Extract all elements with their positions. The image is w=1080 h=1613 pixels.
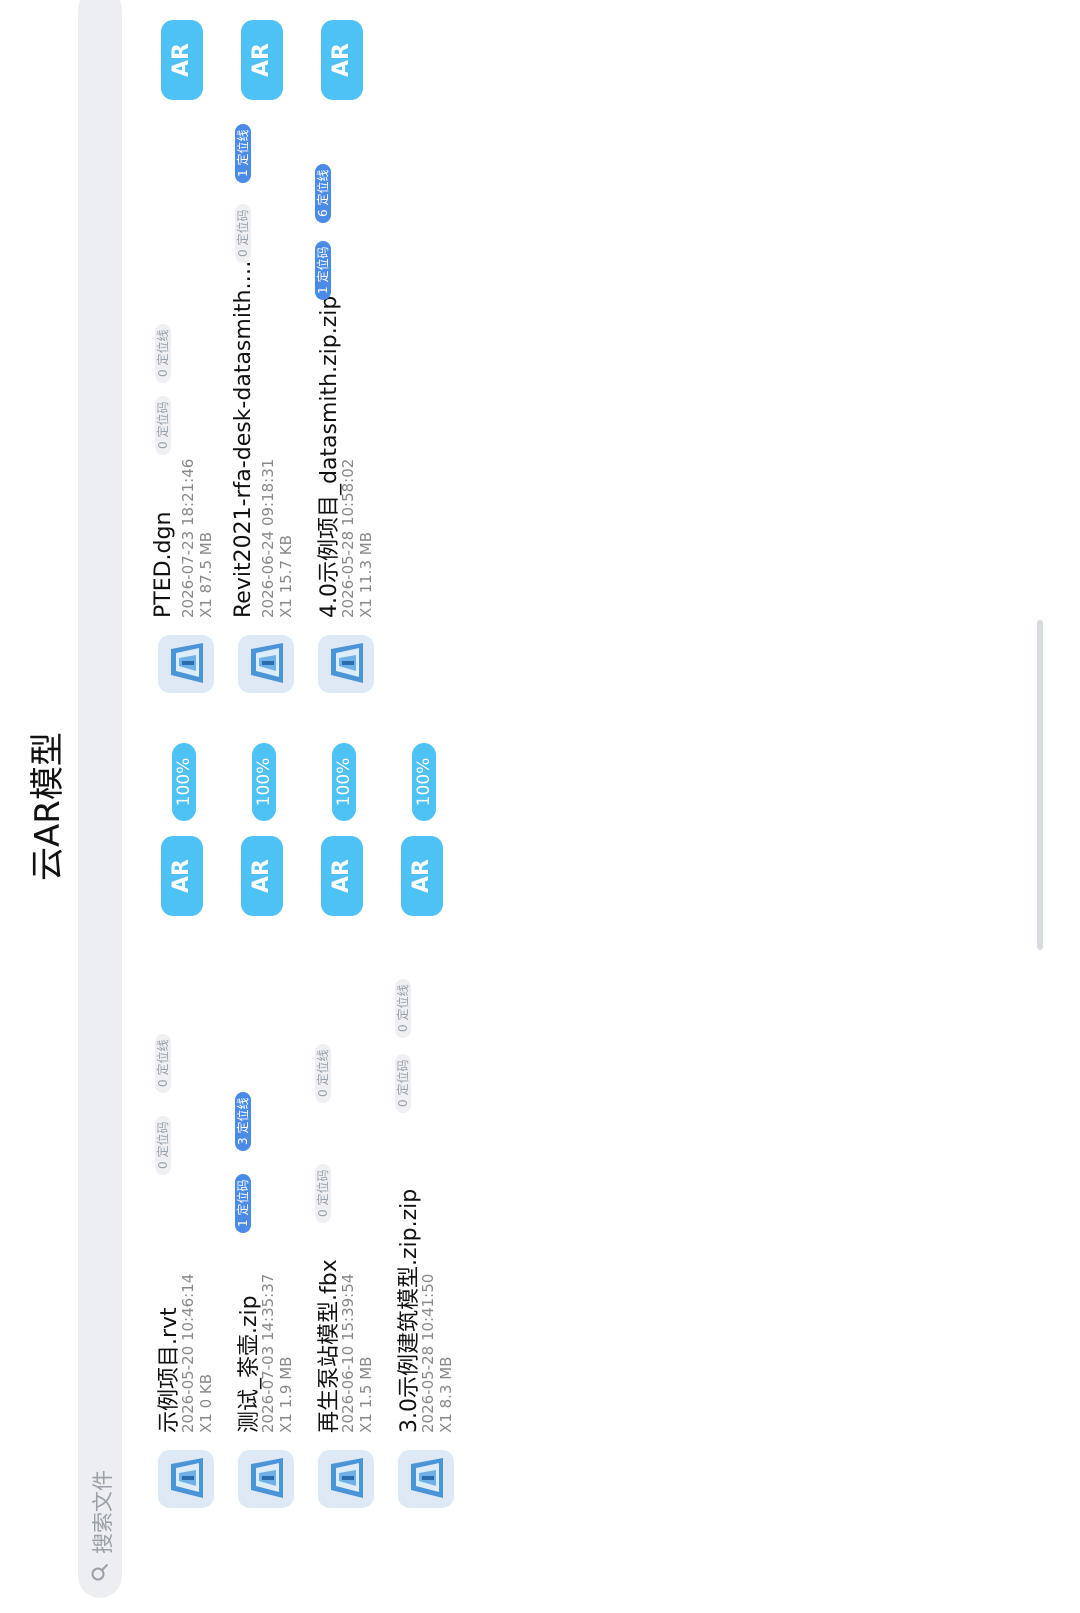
model-thumbnail bbox=[158, 1450, 214, 1508]
locator-line-badge: 0 定位线 bbox=[155, 1033, 171, 1093]
ar-button[interactable]: AR bbox=[241, 20, 283, 100]
file-meta: 2026-06-10 15:39:54 X1 1.5 MB bbox=[339, 1274, 375, 1433]
file-name: PTED.dgn bbox=[151, 511, 176, 618]
ar-button[interactable]: AR bbox=[321, 836, 363, 916]
model-thumbnail bbox=[238, 1450, 294, 1508]
model-thumbnail bbox=[318, 1450, 374, 1508]
model-thumbnail bbox=[158, 635, 214, 693]
locator-code-badge: 0 定位码 bbox=[315, 1163, 331, 1223]
file-size: X1 0 KB bbox=[197, 1373, 215, 1433]
scrollbar[interactable] bbox=[1037, 620, 1043, 950]
file-item[interactable]: 4.0示例项目_datasmith.zip.zip 2026-05-28 10:… bbox=[315, 13, 379, 693]
ar-button[interactable]: AR bbox=[161, 836, 203, 916]
locator-line-badge: 0 定位线 bbox=[155, 323, 171, 383]
file-date: 2026-05-20 10:46:14 bbox=[179, 1273, 197, 1433]
file-size: X1 8.3 MB bbox=[437, 1356, 455, 1433]
file-meta: 2026-05-28 10:58:02 X1 11.3 MB bbox=[339, 459, 375, 618]
search-icon bbox=[91, 1564, 108, 1581]
locator-line-badge: 6 定位线 bbox=[315, 163, 331, 223]
file-meta: 2026-07-23 18:21:46 X1 87.5 MB bbox=[179, 459, 215, 618]
file-item[interactable]: Revit2021-rfa-desk-datasmith.… 2026-06-2… bbox=[231, 13, 299, 693]
model-thumbnail bbox=[238, 635, 294, 693]
file-size: X1 11.3 MB bbox=[357, 532, 375, 618]
file-date: 2026-06-24 09:18:31 bbox=[259, 458, 277, 618]
file-meta: 2026-05-28 10:41:50 X1 8.3 MB bbox=[419, 1274, 455, 1433]
file-size: X1 15.7 KB bbox=[277, 535, 295, 618]
locator-code-badge: 0 定位码 bbox=[155, 1115, 171, 1175]
rotated-screen: 云AR模型 搜索文件 示例项目.rvt 2026-05-20 10:46:14 … bbox=[0, 0, 1080, 1613]
file-meta: 2026-06-24 09:18:31 X1 15.7 KB bbox=[259, 459, 295, 618]
locator-line-badge: 0 定位线 bbox=[395, 978, 411, 1038]
progress-badge: 100% bbox=[252, 743, 276, 821]
search-bar[interactable]: 搜索文件 bbox=[78, 0, 122, 1598]
progress-badge: 100% bbox=[172, 743, 196, 821]
ar-button[interactable]: AR bbox=[161, 20, 203, 100]
file-size: X1 1.5 MB bbox=[357, 1356, 375, 1433]
ar-button[interactable]: AR bbox=[401, 836, 443, 916]
ar-button[interactable]: AR bbox=[321, 20, 363, 100]
file-size: X1 87.5 MB bbox=[197, 532, 215, 618]
locator-line-badge: 3 定位线 bbox=[235, 1091, 251, 1151]
file-name: Revit2021-rfa-desk-datasmith.… bbox=[231, 260, 256, 619]
search-input[interactable]: 搜索文件 bbox=[87, 1470, 117, 1554]
file-date: 2026-05-28 10:58:02 bbox=[339, 458, 357, 618]
ar-button[interactable]: AR bbox=[241, 836, 283, 916]
file-meta: 2026-07-03 14:35:37 X1 1.9 MB bbox=[259, 1274, 295, 1433]
file-size: X1 1.9 MB bbox=[277, 1356, 295, 1433]
locator-code-badge: 1 定位码 bbox=[235, 1173, 251, 1233]
locator-line-badge: 0 定位线 bbox=[315, 1043, 331, 1103]
page-title: 云AR模型 bbox=[28, 732, 68, 881]
locator-code-badge: 0 定位码 bbox=[155, 395, 171, 455]
locator-code-badge: 1 定位码 bbox=[315, 240, 331, 300]
model-thumbnail bbox=[398, 1450, 454, 1508]
locator-line-badge: 1 定位线 bbox=[235, 123, 251, 183]
file-meta: 2026-05-20 10:46:14 X1 0 KB bbox=[179, 1274, 215, 1433]
locator-code-badge: 0 定位码 bbox=[235, 203, 251, 263]
locator-code-badge: 0 定位码 bbox=[395, 1053, 411, 1113]
file-date: 2026-07-03 14:35:37 bbox=[259, 1273, 277, 1433]
progress-badge: 100% bbox=[412, 743, 436, 821]
progress-badge: 100% bbox=[332, 743, 356, 821]
file-date: 2026-06-10 15:39:54 bbox=[339, 1273, 357, 1433]
file-date: 2026-07-23 18:21:46 bbox=[179, 458, 197, 618]
file-date: 2026-05-28 10:41:50 bbox=[419, 1273, 437, 1433]
model-thumbnail bbox=[318, 635, 374, 693]
